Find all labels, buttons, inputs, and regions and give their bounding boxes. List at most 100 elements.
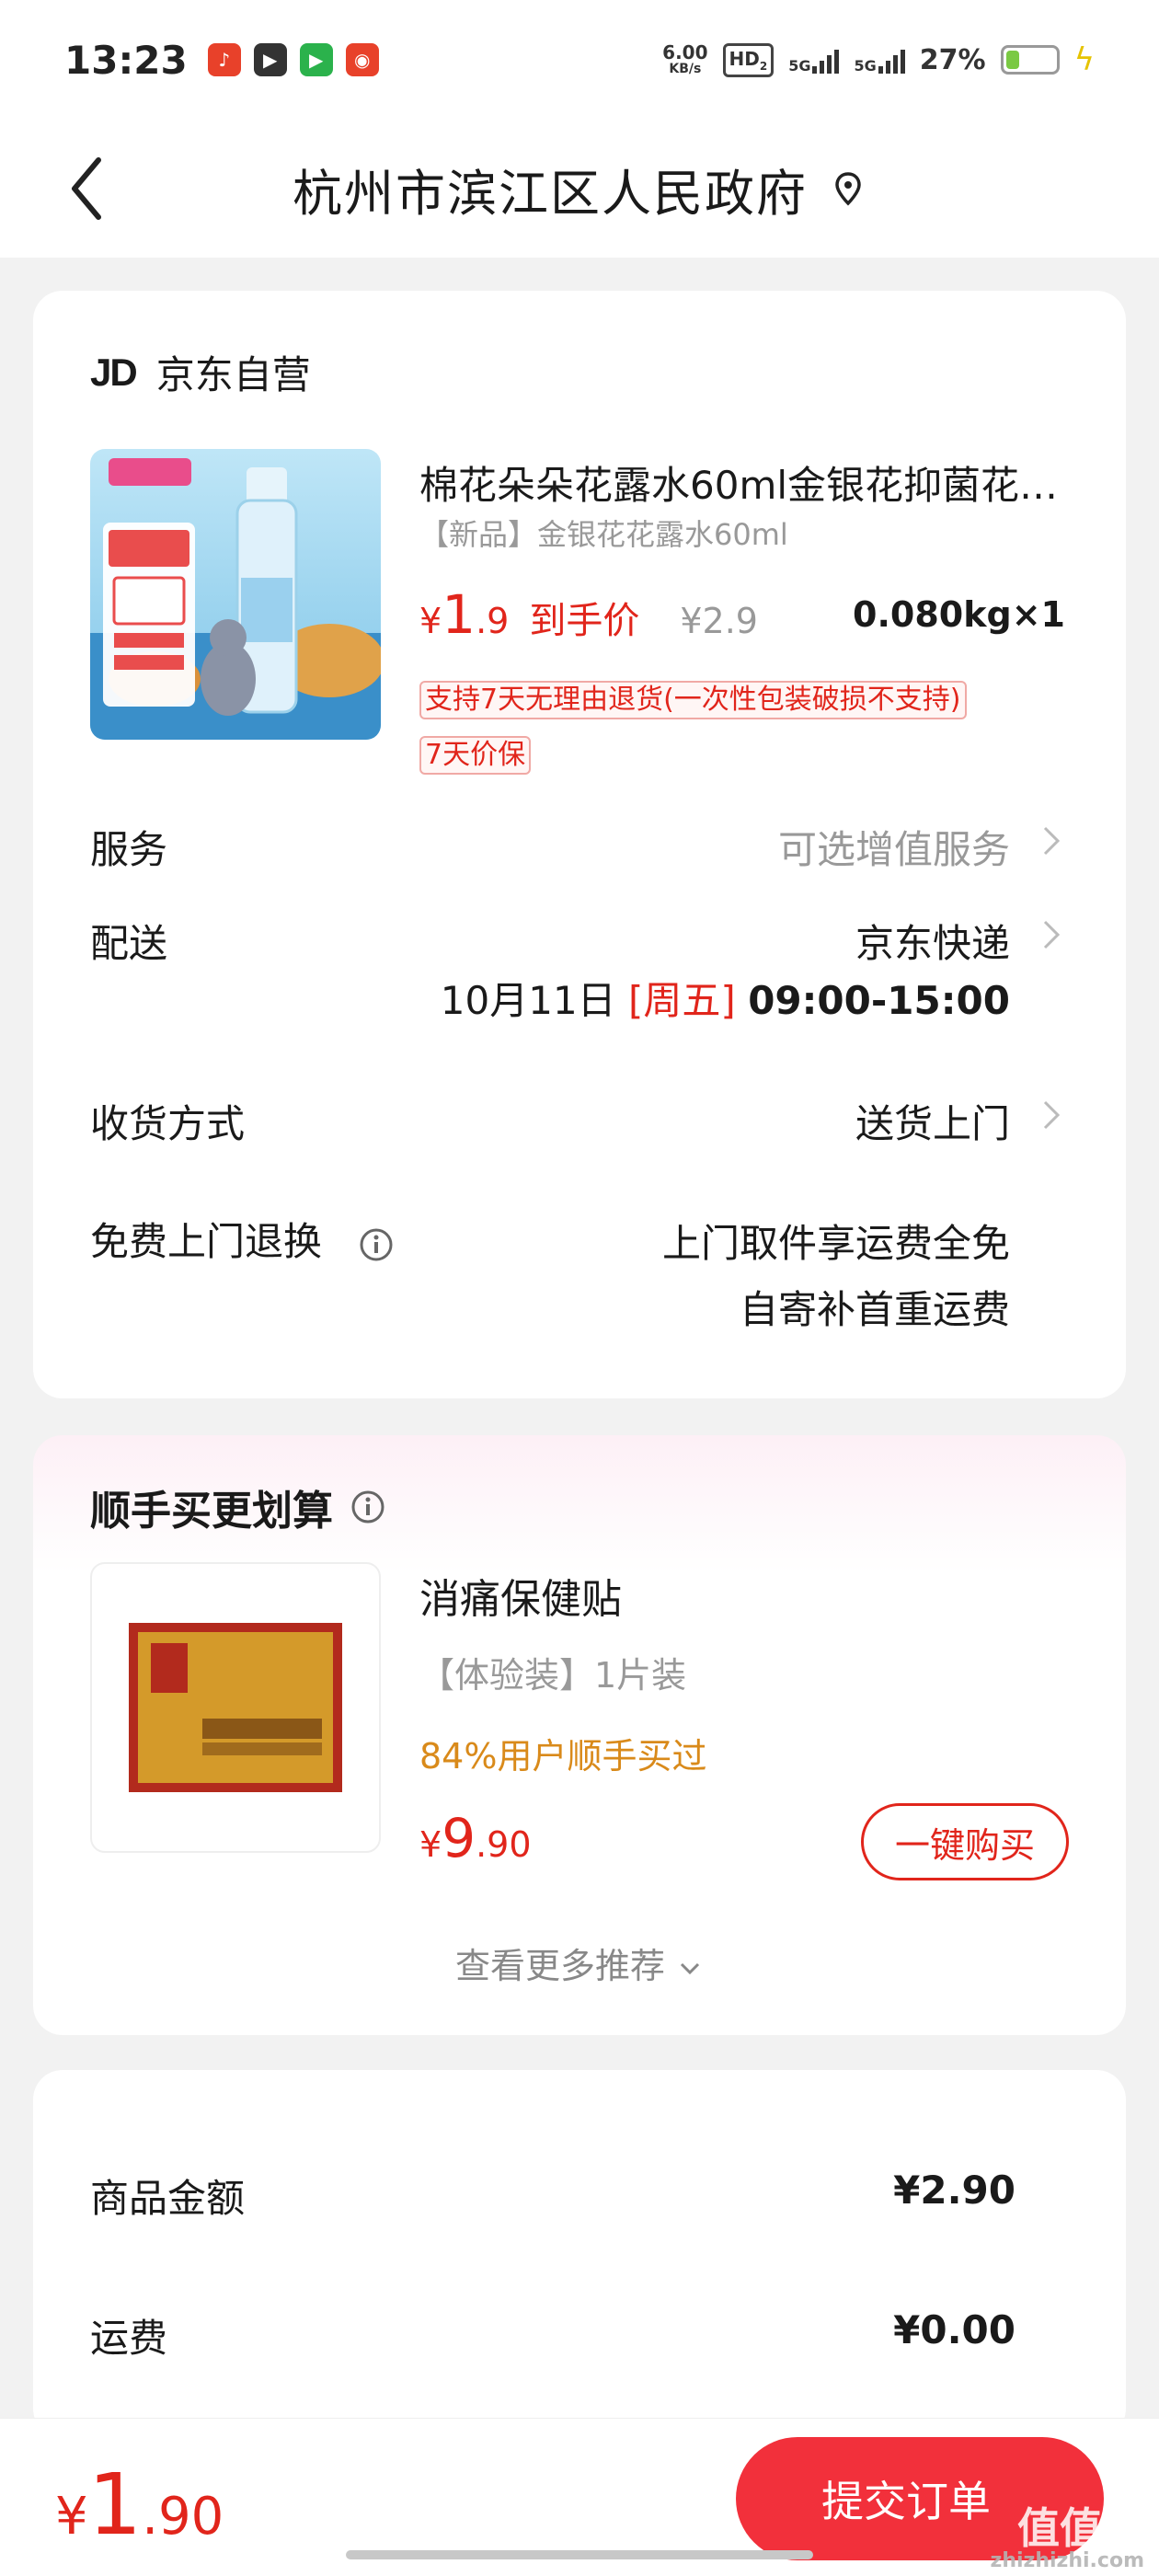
recommend-title: 顺手买更划算 <box>90 1488 333 1535</box>
price-dec: .9 <box>476 601 510 641</box>
chevron-left-icon <box>72 157 101 220</box>
watermark: 值值值 zhizhizhi.com <box>991 2507 1144 2573</box>
charging-icon: ϟ <box>1073 41 1095 78</box>
delivery-slot[interactable]: 10月11日 [周五] 09:00-15:00 <box>90 970 1065 1023</box>
original-price: ¥2.9 <box>680 601 758 641</box>
receive-method-row[interactable]: 收货方式 送货上门 <box>90 1093 1065 1146</box>
recommend-image[interactable] <box>90 1562 381 1853</box>
net-speed: 6.00 KB/s <box>662 43 707 76</box>
total-yen: ¥ <box>55 2487 88 2547</box>
summary-card: 商品金额 ¥2.90 运费 ¥0.00 <box>33 2070 1126 2438</box>
status-right: 6.00 KB/s HD2 5G 5G 27% ϟ <box>662 41 1095 78</box>
battery-percent: 27% <box>919 43 986 76</box>
service-value: 可选增值服务 <box>777 827 1010 872</box>
delivery-weekday: [周五] <box>628 978 736 1023</box>
hd-icon: HD2 <box>722 42 775 77</box>
seller-row: JD 京东自营 <box>90 344 311 400</box>
goods-amount-row: 商品金额 ¥2.90 <box>90 2168 1016 2224</box>
recommend-price: ¥ 9 .90 <box>419 1807 532 1869</box>
net-speed-value: 6.00 <box>662 41 708 63</box>
service-row[interactable]: 服务 可选增值服务 <box>90 819 1065 872</box>
net-speed-unit: KB/s <box>669 62 702 76</box>
sim2-label: 5G <box>854 57 877 75</box>
chevron-down-icon <box>680 1962 700 1974</box>
chevron-right-icon <box>1043 920 1061 949</box>
checkout-bar: ¥ 1 .90 提交订单 值值值 zhizhizhi.com <box>0 2418 1159 2576</box>
product-price: ¥ 1 .9 到手价 ¥2.9 <box>419 583 758 646</box>
delivery-time: 09:00-15:00 <box>748 978 1010 1023</box>
free-return-row: 免费上门退换 上门取件享运费全免 自寄补首重运费 <box>90 1211 1065 1332</box>
return-policy-tag: 支持7天无理由退货(一次性包装破损不支持) <box>419 681 967 719</box>
recommend-name[interactable]: 消痛保健贴 <box>419 1566 622 1625</box>
delivery-row[interactable]: 配送 京东快递 <box>90 913 1065 966</box>
price-int: 1 <box>442 583 476 646</box>
free-return-line2: 自寄补首重运费 <box>739 1287 1010 1332</box>
info-icon[interactable] <box>350 1489 386 1525</box>
recommend-card: 顺手买更划算 消痛保健贴 【体验装】1片装 84%用户顺手买过 ¥ 9 .90 … <box>33 1435 1126 2035</box>
more-recommend-label: 查看更多推荐 <box>454 1946 665 1986</box>
weight-quantity: 0.080kg×1 <box>853 594 1065 635</box>
receive-method-value: 送货上门 <box>855 1101 1010 1146</box>
battery-fill <box>1005 51 1019 69</box>
signal-icon-1: 5G <box>788 46 840 75</box>
rec-price-yen: ¥ <box>419 1824 442 1865</box>
patch-photo <box>129 1623 342 1792</box>
status-bar: 13:23 ♪ ▶ ▶ ◉ 6.00 KB/s HD2 5G 5G 27% ϟ <box>0 0 1159 120</box>
home-indicator[interactable] <box>346 2550 813 2559</box>
hd-sub: 2 <box>759 59 768 73</box>
free-return-values: 上门取件享运费全免 自寄补首重运费 <box>662 1211 1010 1343</box>
free-return-line1: 上门取件享运费全免 <box>661 1221 1010 1266</box>
video-app-icon: ▶ <box>253 43 287 76</box>
order-card: JD 京东自营 棉花朵朵花露水60ml金银花抑菌花露水 【新品】金银花花露水60… <box>33 291 1126 1398</box>
battery-icon <box>1000 45 1060 75</box>
chevron-right-icon <box>1043 1100 1061 1130</box>
status-time: 13:23 <box>64 37 188 83</box>
watermark-sub: zhizhizhi.com <box>990 2549 1144 2572</box>
recommend-stat: 84%用户顺手买过 <box>419 1736 707 1777</box>
shop-app-icon: ◉ <box>345 43 379 76</box>
back-button[interactable] <box>55 147 120 230</box>
chevron-right-icon <box>1043 826 1061 856</box>
status-app-icons: ♪ ▶ ▶ ◉ <box>207 43 379 76</box>
sim1-label: 5G <box>788 57 811 75</box>
price-yen: ¥ <box>419 601 442 641</box>
seller-name: 京东自营 <box>155 352 311 397</box>
more-recommend-link[interactable]: 查看更多推荐 <box>33 1938 1126 1988</box>
total-int: 1 <box>87 2455 143 2554</box>
service-label: 服务 <box>90 827 168 872</box>
price-protect-tag: 7天价保 <box>419 736 532 775</box>
info-icon[interactable] <box>358 1226 395 1263</box>
jd-logo: JD <box>90 350 138 394</box>
location-pin-icon[interactable] <box>830 170 866 207</box>
one-click-buy-button[interactable]: 一键购买 <box>861 1803 1069 1880</box>
shipping-row: 运费 ¥0.00 <box>90 2307 1016 2363</box>
total-dec: .90 <box>142 2487 224 2547</box>
delivery-value: 京东快递 <box>855 921 1010 966</box>
free-return-label-wrap: 免费上门退换 <box>90 1211 395 1267</box>
price-label: 到手价 <box>529 600 640 642</box>
shipping-value: ¥0.00 <box>893 2307 1016 2352</box>
receive-method-label: 收货方式 <box>90 1101 246 1146</box>
free-return-label: 免费上门退换 <box>90 1219 323 1264</box>
shipping-label: 运费 <box>90 2316 168 2361</box>
product-image[interactable] <box>90 449 381 740</box>
hd-label: HD <box>729 47 760 70</box>
recommend-spec: 【体验装】1片装 <box>419 1655 687 1696</box>
goods-amount-label: 商品金额 <box>90 2176 246 2221</box>
delivery-date: 10月11日 <box>440 978 616 1023</box>
signal-icon-2: 5G <box>854 46 905 75</box>
play-app-icon: ▶ <box>299 43 333 76</box>
address-title[interactable]: 杭州市滨江区人民政府 <box>293 153 808 225</box>
goods-amount-value: ¥2.90 <box>893 2168 1016 2213</box>
total-price: ¥ 1 .90 <box>55 2455 224 2554</box>
delivery-label: 配送 <box>90 921 168 966</box>
listen-app-icon: ♪ <box>207 43 241 76</box>
page-header: 杭州市滨江区人民政府 <box>0 120 1159 258</box>
rec-price-dec: .90 <box>476 1824 532 1865</box>
product-photo <box>90 449 381 740</box>
watermark-text: 值值值 <box>1017 2503 1144 2553</box>
rec-price-int: 9 <box>442 1807 476 1869</box>
recommend-title-row: 顺手买更划算 <box>90 1478 386 1536</box>
product-name[interactable]: 棉花朵朵花露水60ml金银花抑菌花露水 <box>419 454 1063 511</box>
delivery-slot-text: 10月11日 [周五] 09:00-15:00 <box>441 970 1010 1026</box>
